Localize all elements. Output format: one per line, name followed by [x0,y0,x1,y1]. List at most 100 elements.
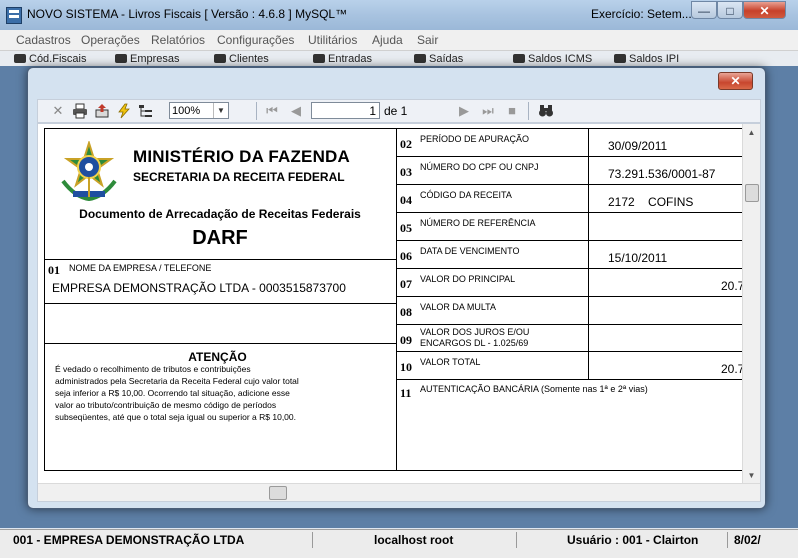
toolbar-label: Clientes [229,53,269,65]
toolbar-cod-fiscais[interactable]: Cód.Fiscais [14,53,86,65]
toolbar-saidas[interactable]: Saídas [414,53,463,65]
toolbar-label: Entradas [328,53,373,65]
field-label: NOME DA EMPRESA / TELEFONE [69,263,212,273]
entry-icon [313,54,325,63]
report-preview-dialog: ✕ ✕ 100% ▼ ⏮ ◀ 1 de 1 ▶ ⏭ ■ MINISTÉRIO D… [27,67,766,509]
toolbar-separator [528,102,529,120]
row-divider [396,379,745,380]
ministry-name: MINISTÉRIO DA FAZENDA [133,147,351,166]
menu-relatorios[interactable]: Relatórios [151,33,205,47]
menu-ajuda[interactable]: Ajuda [372,33,403,47]
close-button[interactable]: ✕ [743,1,786,19]
toolbar-label: Cód.Fiscais [29,53,87,65]
next-page-icon[interactable]: ▶ [456,103,472,119]
row-divider [396,268,745,269]
previous-page-icon[interactable]: ◀ [288,103,304,119]
field-number: 01 [48,263,60,277]
field-label: AUTENTICAÇÃO BANCÁRIA (Somente nas 1ª e … [420,384,648,394]
field-number: 09 [400,333,412,347]
scroll-thumb[interactable] [745,184,759,202]
scroll-down-icon[interactable]: ▼ [743,467,760,484]
menu-sair[interactable]: Sair [417,33,438,47]
menu-utilitarios[interactable]: Utilitários [308,33,357,47]
binoculars-icon[interactable] [538,103,554,119]
stop-icon[interactable]: ■ [504,103,520,119]
field-label: NÚMERO DO CPF OU CNPJ [420,162,539,172]
row-divider [45,343,396,344]
attention-text: É vedado o recolhimento de tributos e co… [55,363,355,423]
toolbar-empresas[interactable]: Empresas [115,53,180,65]
toolbar-label: Saldos ICMS [528,53,593,65]
vertical-scrollbar[interactable]: ▲ ▼ [742,124,760,484]
revenue-code-value: 2172 COFINS [608,195,694,209]
last-page-icon[interactable]: ⏭ [480,103,496,119]
company-name-value: EMPRESA DEMONSTRAÇÃO LTDA - 000351587370… [52,281,346,295]
company-icon [115,54,127,63]
secretariat-name: SECRETARIA DA RECEITA FEDERAL [133,170,345,184]
report-toolbar: ✕ 100% ▼ ⏮ ◀ 1 de 1 ▶ ⏭ ■ [37,99,761,123]
status-separator [516,532,517,548]
row-divider [396,240,745,241]
minimize-button[interactable]: — [691,1,717,19]
toolbar-saldos-ipi[interactable]: Saldos IPI [614,53,679,65]
toolbar-clientes[interactable]: Clientes [214,53,269,65]
darf-form: MINISTÉRIO DA FAZENDA SECRETARIA DA RECE… [44,128,746,471]
form-name: DARF [192,227,248,249]
coat-of-arms-logo [53,139,125,203]
page-total: de 1 [384,104,408,118]
menu-operacoes[interactable]: Operações [81,33,140,47]
fiscal-icon [14,54,26,63]
zoom-select[interactable]: 100% ▼ [169,102,229,119]
field-label: VALOR DOS JUROS E/OU [420,327,530,337]
status-server: localhost root [374,533,454,547]
column-divider [396,129,397,470]
toolbar-label: Empresas [130,53,180,65]
toolbar-saldos-icms[interactable]: Saldos ICMS [513,53,592,65]
balance-icon [614,54,626,63]
field-label: VALOR DA MULTA [420,302,497,312]
maximize-button[interactable]: □ [717,1,743,19]
row-divider [396,184,745,185]
menu-cadastros[interactable]: Cadastros [16,33,71,47]
scroll-thumb[interactable] [269,486,287,500]
field-label: VALOR TOTAL [420,357,481,367]
status-separator [312,532,313,548]
field-label-line2: ENCARGOS DL - 1.025/69 [420,338,529,348]
attention-title: ATENÇÃO [188,350,247,364]
attention-line: seja inferior a R$ 10,00. Ocorrendo tal … [55,388,290,398]
field-number: 02 [400,137,412,151]
tree-icon[interactable] [138,103,154,119]
first-page-icon[interactable]: ⏮ [264,103,280,119]
chevron-down-icon: ▼ [213,103,228,118]
field-label: VALOR DO PRINCIPAL [420,274,516,284]
row-divider [396,156,745,157]
page-number-input[interactable]: 1 [311,102,380,119]
app-icon [6,7,22,24]
toolbar-separator [256,102,257,120]
row-divider [45,303,396,304]
client-icon [214,54,226,63]
menu-configuracoes[interactable]: Configurações [217,33,294,47]
export-icon[interactable] [94,103,110,119]
field-number: 06 [400,249,412,263]
dialog-close-button[interactable]: ✕ [718,72,753,90]
toolbar-label: Saídas [429,53,464,65]
scroll-up-icon[interactable]: ▲ [743,124,760,141]
row-divider [396,296,745,297]
row-divider [396,324,745,325]
horizontal-scrollbar[interactable] [38,483,760,501]
exit-icon [414,54,426,63]
main-toolbar: Cód.Fiscais Empresas Clientes Entradas S… [0,51,798,66]
status-date: 8/02/ [734,533,761,547]
document-title: Documento de Arrecadação de Receitas Fed… [79,207,361,221]
total-value: 20.7 [721,362,745,376]
attention-line: É vedado o recolhimento de tributos e co… [55,364,251,374]
toolbar-entradas[interactable]: Entradas [313,53,372,65]
close-report-icon[interactable]: ✕ [50,103,66,119]
balance-icon [513,54,525,63]
field-number: 11 [400,386,412,400]
report-preview-area[interactable]: MINISTÉRIO DA FAZENDA SECRETARIA DA RECE… [37,123,761,502]
print-icon[interactable] [72,103,88,119]
lightning-icon[interactable] [116,103,132,119]
value-column-divider [588,129,589,379]
